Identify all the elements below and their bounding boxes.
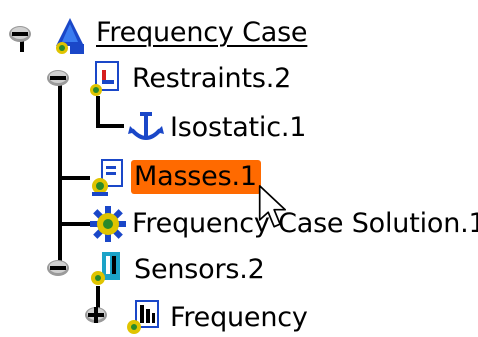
tree-connector-masses: [58, 176, 90, 180]
frequency-case-icon: [56, 18, 84, 54]
node-label: Frequency Case Solution.1: [132, 208, 478, 239]
node-label: Frequency: [170, 302, 308, 333]
expand-icon[interactable]: [84, 303, 108, 327]
collapse-icon[interactable]: [8, 22, 32, 46]
tree-node-sensors[interactable]: Sensors.2: [134, 253, 265, 287]
collapse-icon[interactable]: [46, 256, 70, 280]
tree-connector-restraints-h: [96, 124, 124, 128]
node-label: Frequency Case: [96, 17, 308, 48]
mouse-pointer-icon: [258, 185, 287, 228]
sensors-icon: [91, 252, 120, 285]
node-label: Isostatic.1: [170, 112, 307, 143]
tree-node-restraints[interactable]: Restraints.2: [132, 62, 291, 96]
node-label: Restraints.2: [132, 63, 292, 94]
tree-node-solution[interactable]: Frequency Case Solution.1: [132, 207, 478, 241]
tree-node-frequency-case[interactable]: Frequency Case: [96, 16, 308, 50]
tree-connector-restraints: [96, 96, 100, 126]
collapse-icon[interactable]: [46, 66, 70, 90]
tree-node-isostatic[interactable]: Isostatic.1: [170, 111, 306, 145]
node-label: Sensors.2: [134, 254, 265, 285]
solution-gear-icon: [90, 206, 126, 242]
frequency-sensor-icon: [127, 300, 159, 334]
isostatic-anchor-icon: [128, 112, 164, 140]
tree-connector-solution: [58, 222, 90, 226]
masses-icon: [92, 159, 123, 196]
restraints-icon: [90, 61, 119, 96]
node-label-selected: Masses.1: [131, 160, 261, 194]
tree-connector-main: [58, 72, 62, 268]
tree-node-frequency[interactable]: Frequency: [170, 301, 308, 335]
tree-node-masses[interactable]: Masses.1: [131, 160, 261, 194]
